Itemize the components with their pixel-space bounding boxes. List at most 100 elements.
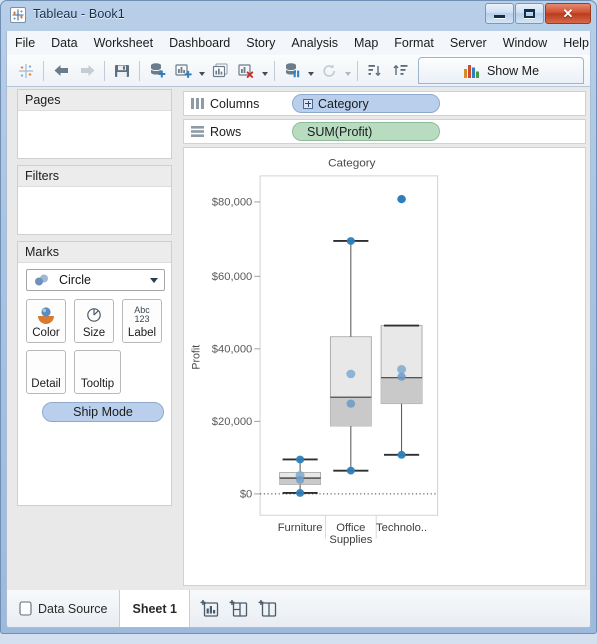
marks-detail-label: Detail [31, 378, 61, 390]
columns-shelf[interactable]: Columns Category [183, 91, 586, 116]
workspace: Pages Filters Marks Circle Color Size Ab… [6, 87, 591, 590]
svg-text:Supplies: Supplies [329, 534, 372, 546]
marks-label-label: Label [127, 327, 157, 339]
menu-help[interactable]: Help [555, 33, 597, 53]
new-worksheet-dropdown-icon[interactable] [196, 58, 207, 84]
rows-shelf[interactable]: Rows SUM(Profit) [183, 119, 586, 144]
visualization-panel: Category Profit $80,000 $60,000 $40,000 … [183, 147, 586, 586]
pause-updates-icon[interactable] [279, 58, 305, 84]
toolbar-separator [357, 60, 358, 81]
y-axis-title: Profit [190, 345, 202, 370]
svg-text:$0: $0 [240, 489, 252, 501]
rows-pill-label: SUM(Profit) [307, 124, 373, 139]
menu-analysis[interactable]: Analysis [283, 33, 346, 53]
menu-worksheet[interactable]: Worksheet [86, 33, 162, 53]
box-plot-chart[interactable]: Category Profit $80,000 $60,000 $40,000 … [184, 148, 585, 585]
toolbar-separator [104, 60, 105, 81]
title-bar: Tableau - Book1 ✕ [1, 1, 596, 30]
close-button[interactable]: ✕ [545, 3, 591, 24]
size-icon [84, 300, 104, 327]
menu-format[interactable]: Format [386, 33, 442, 53]
menu-window[interactable]: Window [495, 33, 555, 53]
new-object-buttons [190, 590, 287, 627]
show-me-button[interactable]: Show Me [418, 57, 584, 84]
toolbar-separator [43, 60, 44, 81]
minimize-icon [494, 15, 505, 18]
filters-card-title: Filters [18, 166, 171, 187]
pause-updates-dropdown-icon[interactable] [305, 58, 316, 84]
filters-card: Filters [17, 165, 172, 235]
toolbar-separator [139, 60, 140, 81]
chevron-down-icon [150, 278, 158, 283]
marks-label-button[interactable]: Abc 123 Label [122, 299, 162, 343]
new-worksheet-icon[interactable] [170, 58, 196, 84]
rows-shelf-icon [191, 126, 204, 137]
marks-type-value: Circle [59, 273, 91, 287]
show-me-label: Show Me [486, 63, 540, 78]
columns-pill-label: Category [318, 96, 369, 111]
new-worksheet-tab-icon[interactable] [200, 599, 219, 618]
maximize-button[interactable] [515, 3, 544, 24]
menu-map[interactable]: Map [346, 33, 386, 53]
rows-pill-sum-profit[interactable]: SUM(Profit) [292, 122, 440, 141]
forward-arrow-icon[interactable] [74, 58, 100, 84]
sort-ascending-icon[interactable] [362, 58, 388, 84]
svg-text:$60,000: $60,000 [212, 271, 252, 283]
sheet-tab-sheet1[interactable]: Sheet 1 [120, 590, 190, 627]
marks-type-dropdown[interactable]: Circle [26, 269, 165, 291]
menu-data[interactable]: Data [43, 33, 85, 53]
new-dashboard-tab-icon[interactable] [229, 599, 248, 618]
marks-tooltip-button[interactable]: Tooltip [74, 350, 121, 394]
rows-shelf-label: Rows [210, 124, 242, 139]
marks-color-label: Color [32, 327, 60, 339]
sheet-area: Columns Category Rows SUM(Profit) Catego… [179, 87, 590, 590]
marks-pill-ship-mode[interactable]: Ship Mode [42, 402, 164, 422]
marks-card: Marks Circle Color Size Abc 123 Label De… [17, 241, 172, 506]
tableau-start-icon[interactable] [13, 58, 39, 84]
menu-file[interactable]: File [7, 33, 43, 53]
svg-text:$40,000: $40,000 [212, 344, 252, 356]
chart-title: Category [328, 158, 376, 170]
close-icon: ✕ [562, 6, 574, 21]
refresh-icon[interactable] [316, 58, 342, 84]
pages-card-title: Pages [18, 90, 171, 111]
expand-plus-icon[interactable] [303, 98, 313, 109]
x-axis-labels: Furniture Office Supplies Technolo.. [278, 522, 427, 546]
data-source-tab[interactable]: Data Source [7, 590, 121, 627]
abc-123-label-icon: Abc 123 [128, 300, 156, 327]
maximize-icon [524, 9, 535, 18]
columns-pill-category[interactable]: Category [292, 94, 440, 113]
marks-pill-ship-mode-label: Ship Mode [73, 405, 133, 419]
y-axis-ticks: $80,000 $60,000 $40,000 $20,000 $0 [212, 197, 261, 501]
menu-dashboard[interactable]: Dashboard [161, 33, 238, 53]
columns-shelf-icon [191, 98, 204, 109]
marks-card-title: Marks [18, 242, 171, 263]
marks-detail-button[interactable]: Detail [26, 350, 66, 394]
clear-sheet-dropdown-icon[interactable] [259, 58, 270, 84]
back-arrow-icon[interactable] [48, 58, 74, 84]
save-icon[interactable] [109, 58, 135, 84]
marks-size-label: Size [82, 327, 106, 339]
color-palette-icon [35, 300, 57, 327]
data-source-icon [19, 601, 32, 616]
svg-text:Furniture: Furniture [278, 522, 323, 534]
duplicate-sheet-icon[interactable] [207, 58, 233, 84]
marks-size-button[interactable]: Size [74, 299, 114, 343]
menu-story[interactable]: Story [238, 33, 283, 53]
svg-text:$80,000: $80,000 [212, 197, 252, 209]
new-data-source-icon[interactable] [144, 58, 170, 84]
clear-sheet-icon[interactable] [233, 58, 259, 84]
new-story-tab-icon[interactable] [258, 599, 277, 618]
tableau-logo-icon [10, 7, 26, 23]
marks-color-button[interactable]: Color [26, 299, 66, 343]
minimize-button[interactable] [485, 3, 514, 24]
svg-text:$20,000: $20,000 [212, 416, 252, 428]
refresh-dropdown-icon[interactable] [342, 58, 353, 84]
svg-text:Technolo..: Technolo.. [376, 522, 427, 534]
sort-descending-icon[interactable] [388, 58, 414, 84]
svg-text:Office: Office [336, 522, 365, 534]
toolbar: Show Me [6, 55, 591, 87]
menu-server[interactable]: Server [442, 33, 495, 53]
show-me-icon [463, 64, 479, 78]
tableau-window: Tableau - Book1 ✕ File Data Worksheet Da… [0, 0, 597, 634]
